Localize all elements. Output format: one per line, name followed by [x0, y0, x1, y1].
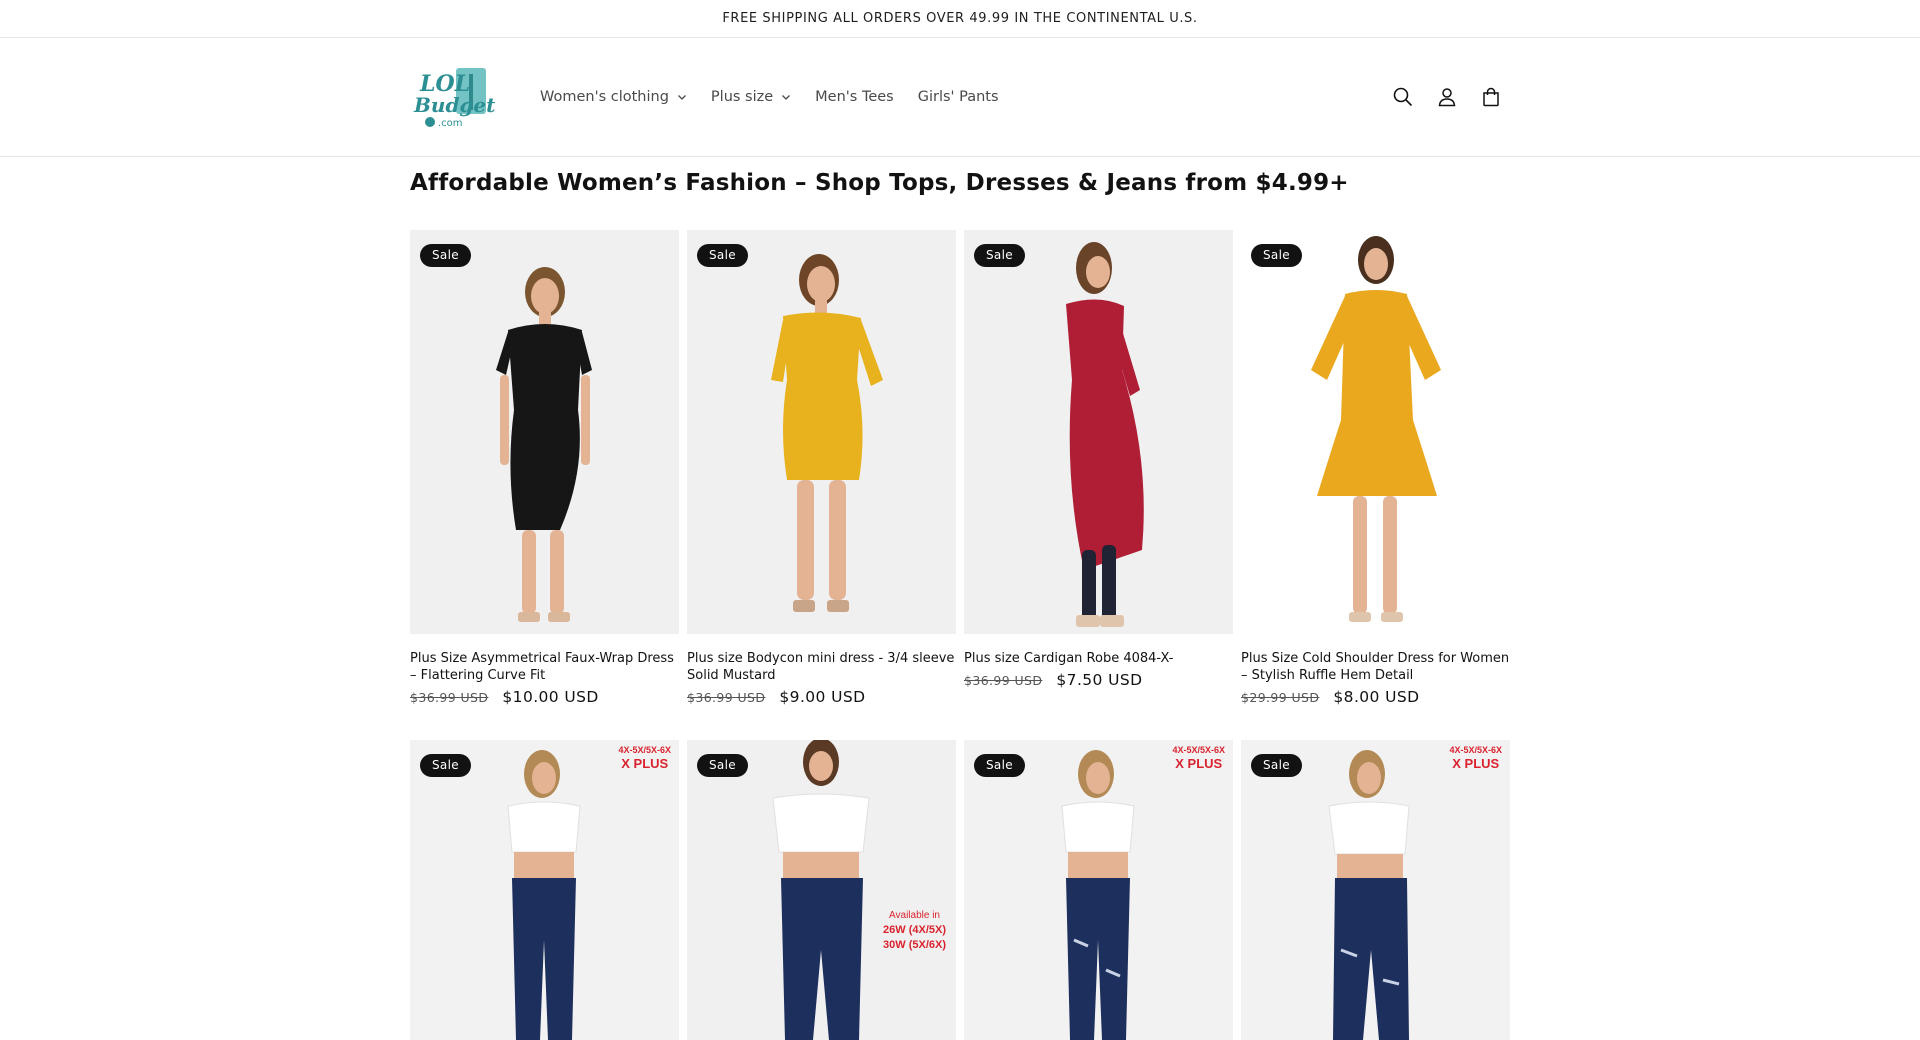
sale-badge: Sale	[420, 754, 471, 777]
product-title[interactable]: Plus size Cardigan Robe 4084-X-Burgundy-	[964, 650, 1233, 667]
product-card[interactable]: Sale Plus Size Cold Shoulder Dress for W…	[1241, 230, 1510, 740]
sale-price: $10.00 USD	[502, 688, 599, 706]
chevron-down-icon	[781, 92, 791, 102]
nav-label: Women's clothing	[540, 89, 669, 105]
logo-text-com: .com	[438, 118, 463, 129]
header-actions	[1388, 82, 1506, 112]
search-icon[interactable]	[1388, 82, 1418, 112]
product-image[interactable]: Sale	[687, 230, 956, 634]
store-logo[interactable]: LOL Budget .com	[412, 64, 496, 130]
model-figure	[410, 230, 679, 634]
main-nav: Women's clothing Plus size Men's Tees Gi…	[540, 81, 1011, 113]
product-card[interactable]: Sale 4X-5X/5X-6X X PLUS	[1241, 740, 1510, 1040]
model-figure	[964, 740, 1233, 1040]
nav-mens-tees[interactable]: Men's Tees	[803, 81, 906, 113]
sale-price: $9.00 USD	[779, 688, 866, 706]
announcement-bar: FREE SHIPPING ALL ORDERS OVER 49.99 IN T…	[0, 0, 1920, 38]
promo-xplus: X PLUS	[1175, 756, 1223, 771]
dress-shape	[783, 312, 863, 480]
sale-badge: Sale	[420, 244, 471, 267]
avail-size-1: 26W (4X/5X)	[883, 924, 946, 936]
compare-at-price: $36.99 USD	[964, 673, 1043, 688]
site-header: LOL Budget .com Women's clothing Plus si…	[0, 38, 1920, 157]
sale-badge: Sale	[1251, 754, 1302, 777]
nav-label: Plus size	[710, 89, 774, 105]
chevron-down-icon	[677, 92, 687, 102]
product-card[interactable]: Sale 4X-5X/5X-6X X PLUS	[410, 740, 679, 1040]
promo-xplus: X PLUS	[621, 756, 669, 771]
promo-xplus: X PLUS	[1452, 756, 1500, 771]
sale-price: $8.00 USD	[1333, 688, 1420, 706]
logo-coin	[425, 117, 435, 127]
sale-badge: Sale	[1251, 244, 1302, 267]
size-promo-label: 4X-5X/5X-6X X PLUS	[1172, 744, 1225, 770]
product-title[interactable]: Plus size Bodycon mini dress - 3/4 sleev…	[687, 650, 956, 684]
product-card[interactable]: Sale Plus Size Asymmetrical Faux-Wrap Dr…	[410, 230, 679, 740]
page-title: Affordable Women’s Fashion – Shop Tops, …	[410, 170, 1349, 196]
model-figure	[964, 230, 1233, 634]
sale-badge: Sale	[697, 754, 748, 777]
logo-text-budget: Budget	[413, 93, 496, 117]
availability-label: Available in 26W (4X/5X) 30W (5X/6X)	[883, 908, 946, 953]
nav-label: Girls' Pants	[917, 89, 999, 105]
model-figure	[1241, 740, 1510, 1040]
model-figure	[410, 740, 679, 1040]
nav-girls-pants[interactable]: Girls' Pants	[906, 81, 1011, 113]
sale-badge: Sale	[697, 244, 748, 267]
model-figure	[687, 230, 956, 634]
avail-title: Available in	[889, 910, 940, 921]
product-title[interactable]: Plus Size Cold Shoulder Dress for Women …	[1241, 650, 1510, 684]
compare-at-price: $29.99 USD	[1241, 690, 1320, 705]
product-card[interactable]: Sale Available in 26W (4X/5X) 30W (5X/6X…	[687, 740, 956, 1040]
compare-at-price: $36.99 USD	[687, 690, 766, 705]
account-icon[interactable]	[1432, 82, 1462, 112]
product-image[interactable]: Sale 4X-5X/5X-6X X PLUS	[1241, 740, 1510, 1040]
product-image[interactable]: Sale	[1241, 230, 1510, 634]
avail-size-2: 30W (5X/6X)	[883, 939, 946, 951]
compare-at-price: $36.99 USD	[410, 690, 489, 705]
product-image[interactable]: Sale 4X-5X/5X-6X X PLUS	[410, 740, 679, 1040]
product-price: $36.99 USD $7.50 USD	[964, 671, 1233, 689]
sale-badge: Sale	[974, 244, 1025, 267]
nav-plus-size[interactable]: Plus size	[699, 81, 803, 113]
product-price: $29.99 USD $8.00 USD	[1241, 688, 1510, 706]
announcement-text: FREE SHIPPING ALL ORDERS OVER 49.99 IN T…	[722, 11, 1198, 26]
product-image[interactable]: Sale	[410, 230, 679, 634]
model-figure	[687, 740, 956, 1040]
product-price: $36.99 USD $10.00 USD	[410, 688, 679, 706]
model-figure	[1241, 230, 1510, 634]
product-title[interactable]: Plus Size Asymmetrical Faux-Wrap Dress –…	[410, 650, 679, 684]
product-image[interactable]: Sale	[964, 230, 1233, 634]
product-card[interactable]: Sale Plus size Bodycon mini dress - 3/4 …	[687, 230, 956, 740]
size-promo-label: 4X-5X/5X-6X X PLUS	[1449, 744, 1502, 770]
product-image[interactable]: Sale 4X-5X/5X-6X X PLUS	[964, 740, 1233, 1040]
nav-womens-clothing[interactable]: Women's clothing	[540, 81, 699, 113]
nav-label: Men's Tees	[815, 89, 894, 105]
product-image[interactable]: Sale Available in 26W (4X/5X) 30W (5X/6X…	[687, 740, 956, 1040]
product-grid: Sale Plus Size Asymmetrical Faux-Wrap Dr…	[410, 230, 1511, 1040]
sale-badge: Sale	[974, 754, 1025, 777]
dress-shape	[508, 324, 582, 530]
size-promo-label: 4X-5X/5X-6X X PLUS	[618, 744, 671, 770]
cart-icon[interactable]	[1476, 82, 1506, 112]
product-card[interactable]: Sale Plus size Cardigan Robe 4084-X-Burg…	[964, 230, 1233, 740]
product-price: $36.99 USD $9.00 USD	[687, 688, 956, 706]
sale-price: $7.50 USD	[1056, 671, 1143, 689]
product-card[interactable]: Sale 4X-5X/5X-6X X PLUS	[964, 740, 1233, 1040]
